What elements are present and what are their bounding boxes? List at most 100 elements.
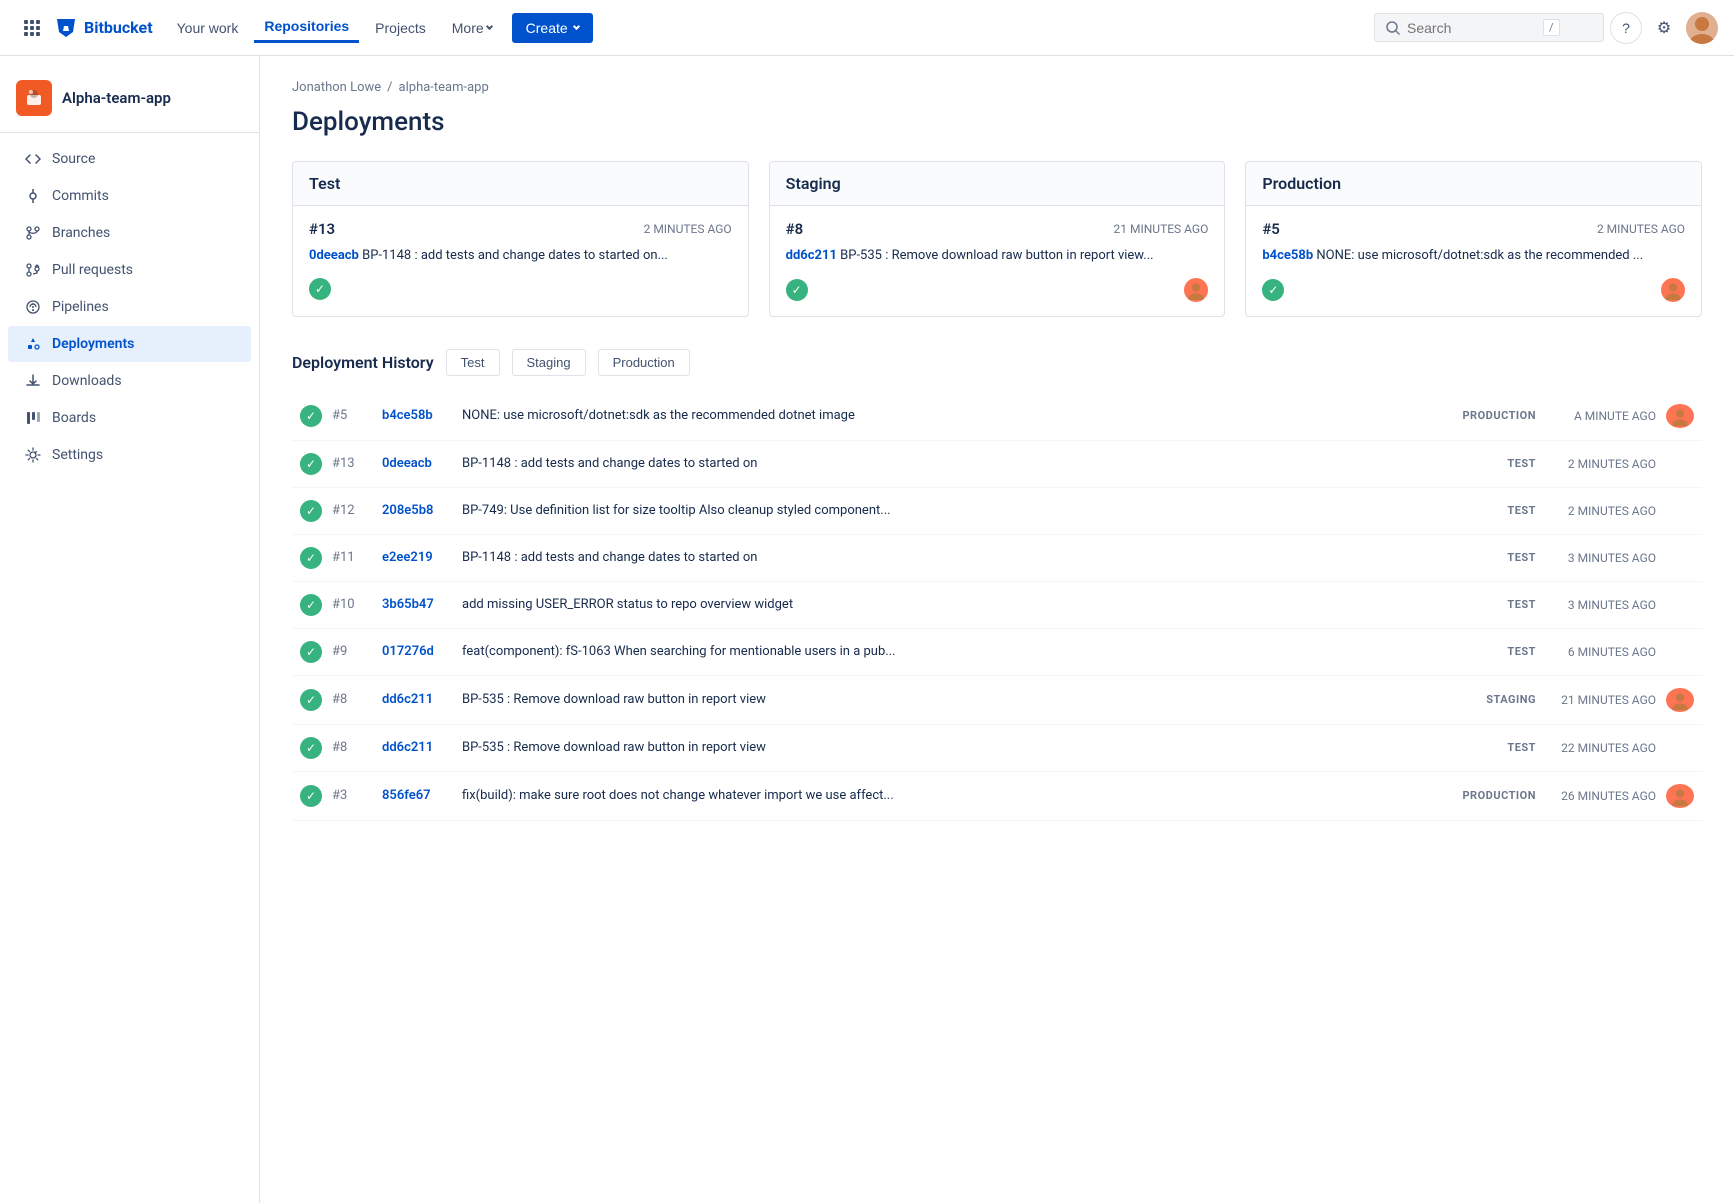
breadcrumb-repo[interactable]: alpha-team-app [399,80,489,95]
row4-hash[interactable]: 3b65b47 [382,597,452,612]
branches-icon [24,224,42,242]
history-row: ✓ #12 208e5b8 BP-749: Use definition lis… [292,488,1702,535]
repo-icon [16,80,52,116]
row1-num: #13 [332,456,372,471]
history-row: ✓ #5 b4ce58b NONE: use microsoft/dotnet:… [292,392,1702,441]
staging-deploy-num: #8 [786,220,804,238]
production-deploy-hash[interactable]: b4ce58b [1262,248,1313,263]
row2-hash[interactable]: 208e5b8 [382,503,452,518]
projects-nav[interactable]: Projects [365,14,436,42]
production-deploy-time: 2 MINUTES AGO [1597,222,1685,236]
row0-msg: NONE: use microsoft/dotnet:sdk as the re… [462,408,1426,423]
row7-msg: BP-535 : Remove download raw button in r… [462,740,1426,755]
sidebar-item-commits[interactable]: Commits [8,178,251,214]
pipelines-icon [24,298,42,316]
settings-button[interactable]: ⚙ [1648,12,1680,44]
sidebar-item-branches[interactable]: Branches [8,215,251,251]
breadcrumb: Jonathon Lowe / alpha-team-app [292,80,1702,95]
row0-time: A MINUTE AGO [1546,409,1656,423]
production-deploy-num: #5 [1262,220,1280,238]
topnav: Bitbucket Your work Repositories Project… [0,0,1734,56]
row1-msg: BP-1148 : add tests and change dates to … [462,456,1426,471]
create-button[interactable]: Create [512,13,593,43]
history-row: ✓ #13 0deeacb BP-1148 : add tests and ch… [292,441,1702,488]
create-chevron-icon [573,23,580,30]
page-title: Deployments [292,107,1702,137]
test-deploy-hash[interactable]: 0deeacb [309,248,359,263]
sidebar-item-settings[interactable]: Settings [8,437,251,473]
main-content: Jonathon Lowe / alpha-team-app Deploymen… [260,56,1734,1203]
history-title: Deployment History [292,353,434,372]
row2-num: #12 [332,503,372,518]
history-tab-staging[interactable]: Staging [512,349,586,376]
repositories-nav[interactable]: Repositories [254,12,359,43]
row7-check: ✓ [300,737,322,759]
sidebar-item-pull-requests[interactable]: Pull requests [8,252,251,288]
deploy-card-production: Production #5 2 MINUTES AGO b4ce58b NONE… [1245,161,1702,317]
row5-check: ✓ [300,641,322,663]
row7-hash[interactable]: dd6c211 [382,740,452,755]
more-chevron-icon [486,23,493,30]
sidebar-item-boards[interactable]: Boards [8,400,251,436]
row3-hash[interactable]: e2ee219 [382,550,452,565]
row8-hash[interactable]: 856fe67 [382,788,452,803]
row2-time: 2 MINUTES AGO [1546,504,1656,518]
logo[interactable]: Bitbucket [54,16,153,40]
row5-hash[interactable]: 017276d [382,644,452,659]
production-deploy-avatar [1661,278,1685,302]
help-button[interactable]: ? [1610,12,1642,44]
search-box[interactable]: / [1374,13,1604,42]
row0-hash[interactable]: b4ce58b [382,408,452,423]
boards-icon [24,409,42,427]
sidebar-repo-header: Alpha-team-app [0,72,259,133]
commits-icon [24,187,42,205]
search-input[interactable] [1407,20,1537,36]
downloads-icon [24,372,42,390]
your-work-nav[interactable]: Your work [167,14,249,42]
row0-env: PRODUCTION [1436,409,1536,422]
staging-deploy-hash[interactable]: dd6c211 [786,248,837,263]
pull-requests-icon [24,261,42,279]
production-deploy-msg: NONE: use microsoft/dotnet:sdk as the re… [1316,248,1643,263]
test-deploy-time: 2 MINUTES AGO [644,222,732,236]
row6-time: 21 MINUTES AGO [1546,693,1656,707]
row0-avatar [1666,404,1694,428]
sidebar-item-source[interactable]: Source [8,141,251,177]
row1-check: ✓ [300,453,322,475]
row6-check: ✓ [300,689,322,711]
row8-num: #3 [332,788,372,803]
row3-env: TEST [1436,551,1536,564]
row6-msg: BP-535 : Remove download raw button in r… [462,692,1426,707]
test-deploy-msg: BP-1148 : add tests and change dates to … [362,248,668,263]
sidebar-item-pipelines[interactable]: Pipelines [8,289,251,325]
production-deploy-check: ✓ [1262,279,1284,301]
sidebar-item-downloads[interactable]: Downloads [8,363,251,399]
deploy-card-test: Test #13 2 MINUTES AGO 0deeacb BP-1148 :… [292,161,749,317]
staging-deploy-msg: BP-535 : Remove download raw button in r… [840,248,1153,263]
nav-grid-icon[interactable] [16,12,48,44]
breadcrumb-separator: / [387,80,392,95]
row8-check: ✓ [300,785,322,807]
history-row: ✓ #8 dd6c211 BP-535 : Remove download ra… [292,676,1702,725]
history-header: Deployment History Test Staging Producti… [292,349,1702,376]
row3-time: 3 MINUTES AGO [1546,551,1656,565]
row1-hash[interactable]: 0deeacb [382,456,452,471]
row6-env: STAGING [1436,693,1536,706]
row8-time: 26 MINUTES AGO [1546,789,1656,803]
search-kbd: / [1543,19,1560,36]
settings-nav-icon [24,446,42,464]
source-icon [24,150,42,168]
history-tab-test[interactable]: Test [446,349,500,376]
user-avatar[interactable] [1686,12,1718,44]
repo-name: Alpha-team-app [62,89,171,107]
history-row: ✓ #11 e2ee219 BP-1148 : add tests and ch… [292,535,1702,582]
deploy-card-staging-header: Staging [770,162,1225,206]
history-tab-production[interactable]: Production [598,349,690,376]
breadcrumb-user[interactable]: Jonathon Lowe [292,80,381,95]
row6-hash[interactable]: dd6c211 [382,692,452,707]
settings-icon: ⚙ [1657,18,1671,38]
sidebar-item-deployments[interactable]: Deployments [8,326,251,362]
row4-env: TEST [1436,598,1536,611]
history-list: ✓ #5 b4ce58b NONE: use microsoft/dotnet:… [292,392,1702,821]
more-nav[interactable]: More [442,14,502,42]
